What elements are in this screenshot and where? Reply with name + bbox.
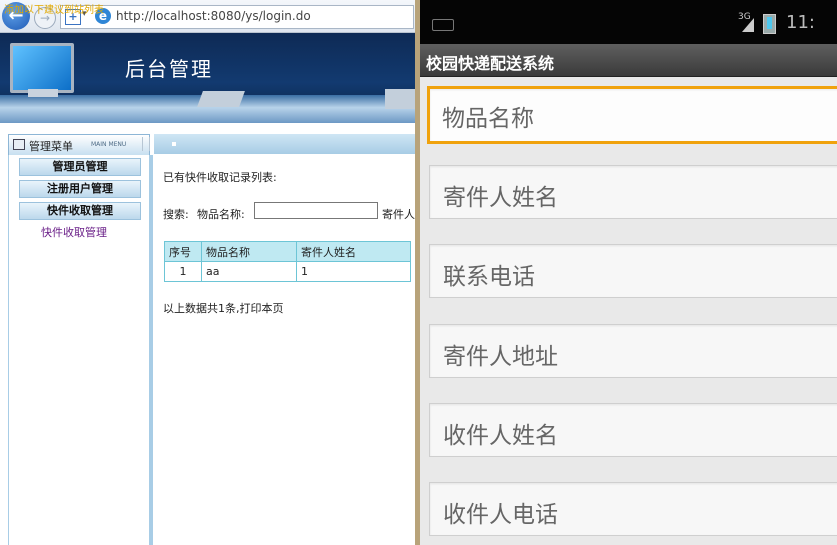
menu-header: 管理菜单 MAIN MENU (8, 134, 150, 156)
main-content: 已有快件收取记录列表: 搜索: 物品名称: 寄件人 序号 物品名称 寄件人姓名 … (154, 155, 415, 545)
menu-title-en: MAIN MENU (91, 141, 127, 148)
input-hint: 物品名称 (442, 106, 534, 132)
sender-name-input[interactable]: 寄件人姓名 (429, 165, 837, 219)
app-title-bar: 校园快递配送系统 (420, 44, 837, 77)
receiver-phone-input[interactable]: 收件人电话 (429, 482, 837, 536)
banner-title: 后台管理 (125, 57, 213, 81)
input-hint: 收件人电话 (443, 502, 558, 528)
signal-icon (742, 18, 754, 32)
address-bar: ← → + ▾ e http://localhost:8080/ys/login… (0, 0, 415, 33)
input-hint: 寄件人姓名 (443, 185, 558, 211)
collapse-handle[interactable] (142, 137, 150, 151)
menu-icon (13, 139, 25, 150)
sidebar-item-express[interactable]: 快件收取管理 (19, 202, 141, 220)
table-row[interactable]: 1 aa 1 (164, 261, 411, 282)
receiver-name-input[interactable]: 收件人姓名 (429, 403, 837, 457)
table-header-row: 序号 物品名称 寄件人姓名 (164, 241, 411, 262)
phone-input[interactable]: 联系电话 (429, 244, 837, 298)
sidebar-subitem-express[interactable]: 快件收取管理 (41, 224, 107, 240)
summary-print-link[interactable]: 以上数据共1条,打印本页 (163, 300, 284, 316)
table-header: 寄件人姓名 (296, 241, 411, 262)
search-field2-label: 寄件人 (382, 208, 415, 221)
monitor-icon (10, 43, 74, 93)
input-hint: 寄件人地址 (443, 344, 558, 370)
menu-title: 管理菜单 (29, 140, 73, 153)
sidebar-item-admin[interactable]: 管理员管理 (19, 158, 141, 176)
content-header-strip (142, 134, 415, 154)
status-bar: 3G 11: (420, 0, 837, 44)
url-field[interactable]: + ▾ e http://localhost:8080/ys/login.do (60, 5, 414, 29)
bullet-icon (172, 142, 176, 146)
search-input[interactable] (254, 202, 378, 219)
sender-address-input[interactable]: 寄件人地址 (429, 324, 837, 378)
keyboard-icon (432, 19, 454, 31)
table-cell: 1 (164, 261, 202, 282)
android-app-window: 3G 11: 校园快递配送系统 物品名称 寄件人姓名 联系电话 寄件人地址 收件… (420, 0, 837, 545)
battery-icon (763, 14, 776, 34)
monitor-stand-icon (28, 89, 58, 97)
table-header: 物品名称 (201, 241, 297, 262)
clock: 11: (786, 12, 815, 33)
sidebar: 管理员管理 注册用户管理 快件收取管理 快件收取管理 (8, 155, 153, 545)
list-caption: 已有快件收取记录列表: (163, 171, 277, 184)
app-title: 校园快递配送系统 (426, 54, 555, 73)
admin-browser-window: ← → + ▾ e http://localhost:8080/ys/login… (0, 0, 415, 545)
keyboard-icon (197, 91, 245, 107)
records-table: 序号 物品名称 寄件人姓名 1 aa 1 (164, 241, 411, 282)
input-hint: 联系电话 (443, 264, 535, 290)
monitor-icon (385, 89, 415, 109)
sidebar-item-users[interactable]: 注册用户管理 (19, 180, 141, 198)
table-cell: 1 (296, 261, 411, 282)
admin-banner: 后台管理 (0, 33, 415, 123)
url-text[interactable]: http://localhost:8080/ys/login.do (116, 9, 311, 23)
table-header: 序号 (164, 241, 202, 262)
item-name-input[interactable]: 物品名称 (427, 86, 837, 144)
search-field-label: 物品名称: (197, 208, 245, 221)
search-label: 搜索: (163, 208, 189, 221)
table-cell: aa (201, 261, 297, 282)
input-hint: 收件人姓名 (443, 423, 558, 449)
favorites-suggestion[interactable]: 添加以下建议到站列表 (4, 1, 104, 16)
